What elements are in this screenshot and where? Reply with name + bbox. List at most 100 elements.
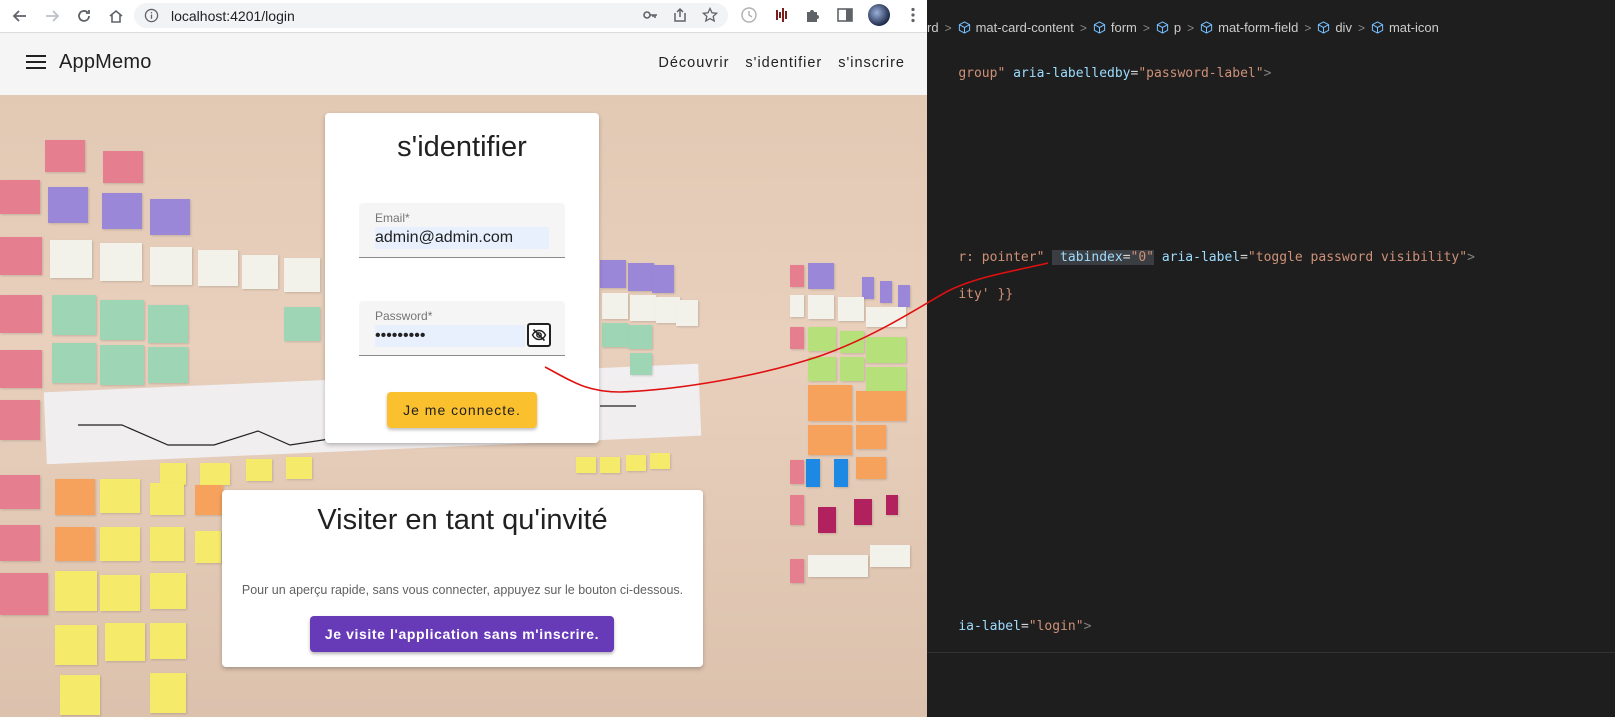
sticky-note xyxy=(100,243,142,281)
extensions-puzzle-icon[interactable] xyxy=(804,6,822,24)
profile-avatar[interactable] xyxy=(868,4,890,26)
visibility-off-icon[interactable] xyxy=(527,323,551,347)
guest-visit-button[interactable]: Je visite l'application sans m'inscrire. xyxy=(310,616,614,652)
sticky-note xyxy=(195,485,223,515)
sticky-note xyxy=(0,350,42,388)
login-submit-button[interactable]: Je me connecte. xyxy=(387,392,537,428)
breadcrumb-item[interactable]: p > xyxy=(1156,20,1200,35)
sticky-note xyxy=(150,483,184,515)
star-icon[interactable] xyxy=(702,7,718,23)
breadcrumb-item[interactable]: div > xyxy=(1317,20,1371,35)
sticky-note xyxy=(790,559,804,583)
info-icon[interactable] xyxy=(144,8,159,23)
sticky-note xyxy=(148,347,188,383)
devtools-panel: rd > mat-card-content > form > p > mat-form-… xyxy=(927,0,1615,717)
sticky-note xyxy=(150,573,186,609)
sticky-note xyxy=(898,285,910,307)
sticky-note xyxy=(150,247,192,285)
nav-link-register[interactable]: s'inscrire xyxy=(838,55,905,71)
sticky-note xyxy=(0,180,40,214)
sticky-note xyxy=(100,300,144,340)
breadcrumb-item[interactable]: mat-card-content > xyxy=(958,20,1093,35)
sticky-note xyxy=(0,525,40,561)
sticky-note xyxy=(100,575,140,611)
sticky-note xyxy=(45,140,85,172)
key-icon[interactable] xyxy=(642,7,658,23)
sticky-note xyxy=(150,527,184,561)
sticky-note xyxy=(150,673,186,713)
sticky-note xyxy=(200,463,230,485)
email-input[interactable]: admin@admin.com xyxy=(375,227,549,249)
password-field[interactable]: Password* ••••••••• xyxy=(359,301,565,356)
code-line[interactable]: ia-label="login"> xyxy=(927,604,1091,649)
extension-clock-icon[interactable] xyxy=(740,6,758,24)
sticky-note xyxy=(856,391,906,421)
password-label: Password* xyxy=(375,309,433,323)
more-menu-icon[interactable] xyxy=(904,6,922,24)
address-bar[interactable]: localhost:4201/login xyxy=(134,3,728,28)
breadcrumb-item[interactable]: mat-icon xyxy=(1371,20,1439,35)
sticky-note xyxy=(100,527,140,561)
sticky-note xyxy=(0,573,48,615)
sticky-note xyxy=(676,300,698,326)
app-toolbar: AppMemo Découvrir s'identifier s'inscrir… xyxy=(0,33,927,95)
breadcrumb-item[interactable]: form > xyxy=(1093,20,1156,35)
sticky-note xyxy=(246,459,272,481)
nav-link-login[interactable]: s'identifier xyxy=(745,55,822,71)
sticky-note xyxy=(602,293,628,319)
sticky-note xyxy=(834,459,848,487)
cube-icon xyxy=(1318,21,1330,34)
sticky-note xyxy=(866,307,906,327)
share-icon[interactable] xyxy=(672,7,688,23)
sticky-note xyxy=(790,460,804,484)
app-brand[interactable]: AppMemo xyxy=(59,51,152,74)
sticky-note xyxy=(52,343,96,383)
reload-icon[interactable] xyxy=(72,4,96,28)
sticky-note xyxy=(0,295,42,333)
breadcrumb-item[interactable]: mat-form-field > xyxy=(1200,20,1317,35)
sticky-note xyxy=(102,193,142,229)
code-line[interactable]: group" aria-labelledby="password-label"> xyxy=(927,51,1271,96)
dom-breadcrumb: rd > mat-card-content > form > p > mat-form-… xyxy=(927,20,1439,35)
code-line[interactable]: ity' }} xyxy=(927,272,1013,317)
sticky-note xyxy=(150,623,186,659)
sticky-note xyxy=(808,295,834,319)
back-icon[interactable] xyxy=(8,4,32,28)
sticky-note xyxy=(150,199,190,235)
cube-icon xyxy=(1371,21,1384,34)
extension-audio-icon[interactable] xyxy=(772,6,790,24)
sticky-note xyxy=(48,187,88,223)
hamburger-menu-icon[interactable] xyxy=(26,55,46,71)
sticky-note xyxy=(650,453,670,469)
sticky-note xyxy=(50,240,92,278)
sticky-note xyxy=(626,455,646,471)
sticky-note xyxy=(628,263,654,291)
sticky-note xyxy=(195,531,221,563)
sticky-note xyxy=(854,499,872,525)
sticky-note xyxy=(148,305,188,343)
nav-link-decouvrir[interactable]: Découvrir xyxy=(658,55,729,71)
sticky-note xyxy=(198,250,238,286)
sticky-note xyxy=(60,675,100,715)
forward-icon[interactable] xyxy=(40,4,64,28)
sticky-note xyxy=(284,258,320,292)
sticky-note xyxy=(0,400,40,440)
sticky-note xyxy=(55,479,95,515)
sticky-note xyxy=(576,457,596,473)
email-field[interactable]: Email* admin@admin.com xyxy=(359,203,565,258)
side-panel-icon[interactable] xyxy=(836,6,854,24)
cube-icon xyxy=(1093,21,1105,34)
sticky-note xyxy=(806,459,820,487)
sticky-note xyxy=(808,385,852,421)
sticky-note xyxy=(0,237,42,275)
email-label: Email* xyxy=(375,211,410,225)
sticky-note xyxy=(856,425,886,449)
breadcrumb-item[interactable]: rd > xyxy=(927,20,958,35)
url-text[interactable]: localhost:4201/login xyxy=(171,8,295,24)
sticky-note xyxy=(790,295,804,317)
password-input[interactable]: ••••••••• xyxy=(375,325,525,347)
panel-divider xyxy=(927,652,1615,653)
home-icon[interactable] xyxy=(104,4,128,28)
sticky-note xyxy=(808,357,836,381)
sticky-note xyxy=(808,263,834,289)
